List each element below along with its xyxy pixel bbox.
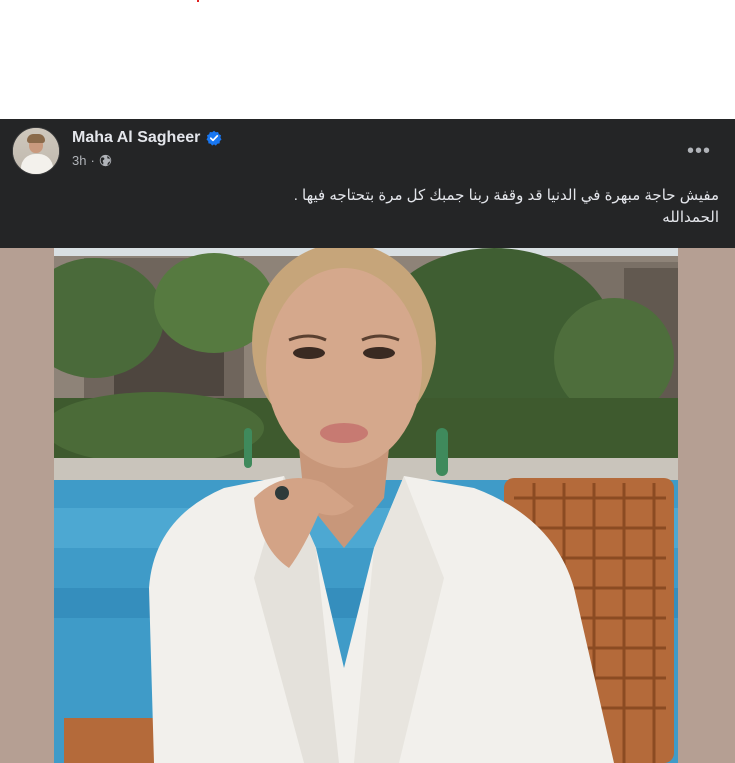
red-mark — [197, 0, 199, 2]
verified-badge-icon — [206, 130, 222, 146]
feed-post: Maha Al Sagheer 3h · ••• مفيش حاجة مبهرة… — [0, 119, 735, 763]
post-text-line: مفيش حاجة مبهرة في الدنيا قد وقفة ربنا ج… — [293, 187, 719, 204]
post-photo-area — [0, 248, 735, 763]
post-meta: 3h · — [72, 153, 112, 168]
post-text-line: الحمدالله — [662, 209, 719, 226]
avatar-body — [21, 154, 53, 174]
avatar-hair — [27, 134, 45, 143]
globe-icon[interactable] — [99, 154, 112, 167]
post-header: Maha Al Sagheer 3h · ••• — [0, 119, 735, 185]
post-text: مفيش حاجة مبهرة في الدنيا قد وقفة ربنا ج… — [19, 185, 719, 229]
more-options-icon[interactable]: ••• — [685, 137, 713, 165]
author-row: Maha Al Sagheer — [72, 128, 222, 148]
post-photo[interactable] — [54, 248, 678, 763]
avatar[interactable] — [12, 127, 60, 175]
meta-separator: · — [90, 153, 95, 168]
author-name[interactable]: Maha Al Sagheer — [72, 129, 200, 147]
post-time[interactable]: 3h — [72, 153, 86, 168]
